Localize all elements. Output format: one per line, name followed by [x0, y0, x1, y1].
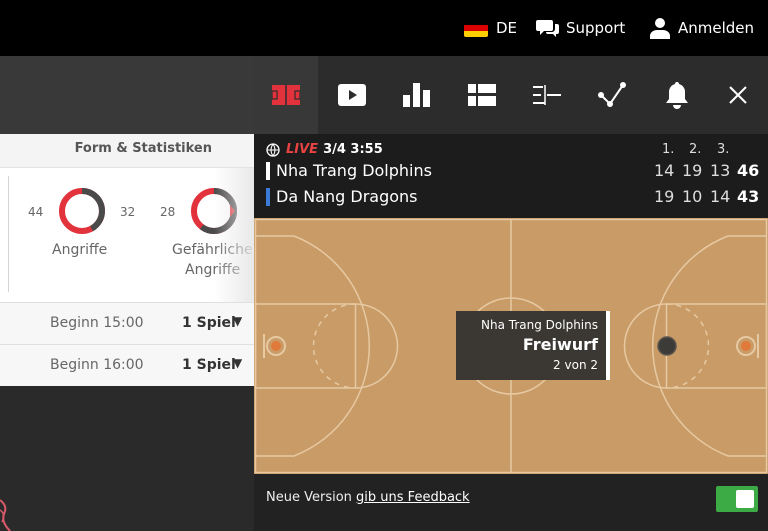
tracker-tabs [254, 56, 768, 134]
tracker-footer: Neue Version gib uns Feedback [254, 474, 768, 531]
away-team-color [266, 187, 270, 206]
tab-statistics[interactable] [385, 56, 449, 134]
away-team: Da Nang Dragons [266, 187, 418, 206]
trend-icon [598, 82, 626, 107]
chat-bubbles-icon [536, 20, 559, 37]
match-start-time: Beginn 15:00 [50, 315, 144, 331]
new-version-toggle[interactable] [716, 486, 758, 512]
away-q2: 10 [682, 187, 703, 206]
feedback-text: Neue Version gib uns Feedback [266, 490, 470, 505]
form-statistics-card: Form & Statistiken 44 32 Angriffe 28 Gef… [0, 134, 254, 386]
video-icon [338, 84, 366, 106]
home-team: Nha Trang Dolphins [266, 161, 432, 180]
tab-court[interactable] [254, 56, 318, 134]
live-badge: LIVE [286, 142, 319, 157]
ball-marker-icon [657, 336, 677, 356]
away-team-name: Da Nang Dragons [276, 187, 418, 206]
close-icon [729, 86, 747, 104]
home-q1: 14 [654, 161, 675, 180]
period-clock: 3/4 3:55 [323, 142, 383, 157]
top-bar: DE Support Anmelden [0, 0, 768, 56]
stats-header: Form & Statistiken [0, 134, 254, 168]
chevron-down-icon[interactable]: ▼ [233, 314, 242, 328]
feedback-link[interactable]: gib uns Feedback [356, 490, 470, 505]
away-total: 43 [737, 187, 760, 206]
tab-close[interactable] [706, 56, 768, 134]
match-row[interactable]: Beginn 15:00 1 Spiel ▼ [0, 302, 254, 344]
stat1-label: Angriffe [52, 242, 108, 258]
divider [8, 176, 9, 292]
event-type: Freiwurf [522, 335, 598, 354]
tab-timeline[interactable] [515, 56, 579, 134]
tab-video[interactable] [320, 56, 384, 134]
event-team: Nha Trang Dolphins [481, 318, 598, 332]
event-overlay: Nha Trang Dolphins Freiwurf 2 von 2 [456, 311, 610, 380]
scoreboard: LIVE 3/4 3:55 1. 2. 3. Nha Trang Dolphin… [254, 134, 768, 218]
stat2-home-value: 28 [160, 205, 176, 219]
german-flag-icon [464, 19, 488, 37]
language-label: DE [496, 19, 518, 37]
match-markets: 1 Spiel [182, 315, 236, 331]
court-icon [272, 85, 300, 105]
match-start-time: Beginn 16:00 [50, 357, 144, 373]
user-icon [650, 18, 670, 39]
basketball-icon [266, 142, 280, 157]
login-link[interactable]: Anmelden [650, 0, 754, 56]
home-q3: 13 [710, 161, 731, 180]
basketball-court: Nha Trang Dolphins Freiwurf 2 von 2 [254, 218, 768, 474]
away-q1: 19 [654, 187, 675, 206]
scroll-fade [214, 168, 254, 302]
lineup-icon [468, 84, 496, 106]
decorative-graphic [0, 499, 11, 531]
stat1-away-value: 32 [120, 205, 136, 219]
stats-icon [403, 83, 430, 107]
home-team-color [266, 161, 270, 180]
chevron-down-icon[interactable]: ▼ [233, 356, 242, 370]
support-label: Support [566, 19, 626, 37]
home-team-name: Nha Trang Dolphins [276, 161, 432, 180]
stats-title: Form & Statistiken [74, 141, 212, 156]
period-header: 1. [662, 142, 675, 157]
match-status: LIVE 3/4 3:55 [266, 142, 383, 157]
period-header: 2. [689, 142, 702, 157]
timeline-icon [533, 85, 561, 105]
away-q3: 14 [710, 187, 731, 206]
login-label: Anmelden [678, 19, 755, 37]
new-version-label: Neue Version [266, 490, 352, 505]
attacks-ring-chart [59, 188, 105, 234]
home-total: 46 [737, 161, 760, 180]
tab-lineups[interactable] [450, 56, 514, 134]
stats-body: 44 32 Angriffe 28 Gefährliche Angriffe [0, 168, 254, 302]
tab-notifications[interactable] [645, 56, 709, 134]
match-markets: 1 Spiel [182, 357, 236, 373]
support-link[interactable]: Support [536, 0, 625, 56]
period-header: 3. [717, 142, 730, 157]
language-selector[interactable]: DE [464, 0, 517, 56]
bell-icon [666, 82, 688, 109]
home-q2: 19 [682, 161, 703, 180]
event-count: 2 von 2 [553, 358, 598, 372]
stat1-home-value: 44 [28, 205, 44, 219]
toggle-knob [736, 490, 754, 508]
match-row[interactable]: Beginn 16:00 1 Spiel ▼ [0, 344, 254, 386]
match-tracker-panel: LIVE 3/4 3:55 1. 2. 3. Nha Trang Dolphin… [254, 56, 768, 531]
tab-momentum[interactable] [580, 56, 644, 134]
left-header-strip [0, 56, 254, 134]
